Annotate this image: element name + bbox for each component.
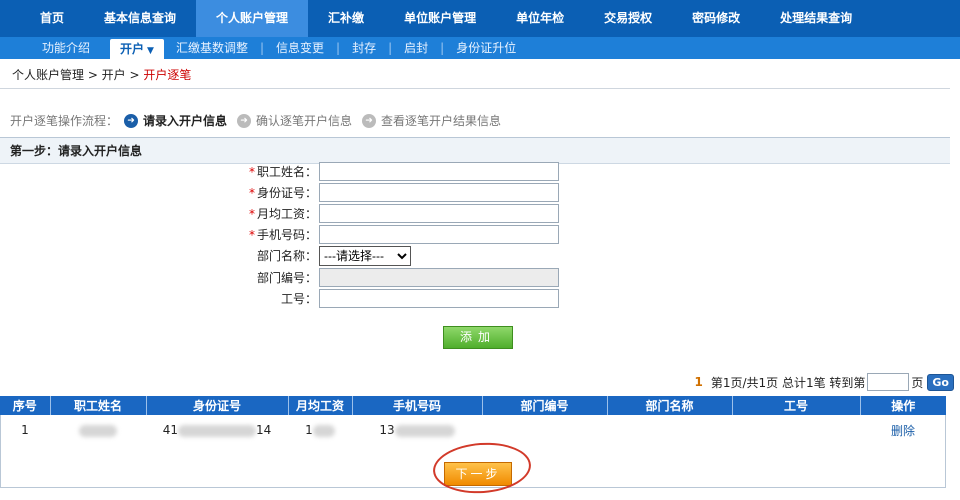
cell-salary: 1 (288, 415, 352, 445)
subnav-id-upgrade[interactable]: 身份证升位 (456, 37, 516, 59)
breadcrumb-current: 开户逐笔 (143, 68, 192, 82)
phone-input[interactable] (319, 225, 559, 244)
flow-step-3: ➜ 查看逐笔开户结果信息 (362, 112, 501, 129)
subnav-info-change[interactable]: 信息变更 (276, 37, 324, 59)
form-row-dept: 部门名称： ---请选择--- (0, 246, 600, 266)
cell-dept-no (482, 415, 607, 445)
go-button[interactable]: Go (927, 373, 954, 391)
dept-number-input (319, 268, 559, 287)
cell-job-no (732, 415, 860, 445)
goto-page-input[interactable] (867, 373, 910, 391)
form-row-id: * 身份证号： (0, 183, 600, 203)
redacted-name (79, 424, 117, 437)
cell-index: 1 (21, 423, 29, 437)
top-nav: 首页 基本信息查询 个人账户管理 汇补缴 单位账户管理 单位年检 交易授权 密码… (0, 0, 960, 37)
divider (0, 88, 950, 89)
subnav-base-adjust[interactable]: 汇缴基数调整 (176, 37, 248, 59)
cell-name (50, 415, 146, 445)
dept-select[interactable]: ---请选择--- (319, 246, 411, 266)
arrow-right-icon: ➜ (362, 113, 377, 128)
flow-step-1: ➜ 请录入开户信息 (124, 112, 227, 129)
arrow-right-icon: ➜ (237, 113, 252, 128)
account-table: 序号 职工姓名 身份证号 月均工资 手机号码 部门编号 部门名称 工号 操作 1… (0, 396, 946, 445)
cell-id: 41 14 (162, 423, 272, 437)
divider: | (440, 41, 445, 55)
form-row-salary: * 月均工资： (0, 204, 600, 224)
col-name: 职工姓名 (50, 396, 147, 415)
divider: | (388, 41, 393, 55)
form-row-deptno: 部门编号： (0, 268, 600, 288)
salary-input[interactable] (319, 204, 559, 223)
nav-result-query[interactable]: 处理结果查询 (760, 0, 872, 37)
col-phone: 手机号码 (352, 396, 483, 415)
breadcrumb: 个人账户管理 > 开户 > 开户逐笔 (12, 66, 191, 83)
nav-remittance[interactable]: 汇补缴 (308, 0, 384, 37)
form-row-name: * 职工姓名： (0, 162, 600, 182)
arrow-right-icon: ➜ (124, 113, 139, 128)
divider: | (259, 41, 265, 55)
subnav-seal[interactable]: 封存 (352, 37, 376, 59)
table-row: 1 41 14 1 13 删除 (0, 415, 946, 445)
subnav-intro[interactable]: 功能介绍 (42, 37, 90, 59)
nav-unit-account[interactable]: 单位账户管理 (384, 0, 496, 37)
name-label: * 职工姓名： (248, 165, 317, 179)
divider: | (336, 41, 341, 55)
flow-label: 开户逐笔操作流程： (10, 114, 119, 128)
nav-password[interactable]: 密码修改 (672, 0, 760, 37)
salary-label: * 月均工资： (248, 207, 317, 221)
cell-dept-name (607, 415, 732, 445)
pagination: 1 第1页/共1页 总计1笔 转到第 页 Go (694, 373, 954, 391)
breadcrumb-path: 个人账户管理 > 开户 > (12, 68, 144, 82)
chevron-down-icon: ▼ (147, 46, 154, 56)
col-action: 操作 (860, 396, 946, 415)
page-info: 第1页/共1页 总计1笔 转到第 (710, 375, 866, 390)
id-label: * 身份证号： (248, 186, 317, 200)
subnav-open-account[interactable]: 开户 ▼ (110, 39, 164, 59)
nav-personal-account[interactable]: 个人账户管理 (196, 0, 309, 37)
deptno-label: 部门编号： (256, 271, 317, 285)
nav-basic-info-query[interactable]: 基本信息查询 (84, 0, 196, 37)
step-title: 第一步：请录入开户信息 (0, 138, 950, 164)
current-page[interactable]: 1 (694, 375, 702, 389)
flow-step-label: 查看逐笔开户结果信息 (381, 114, 502, 128)
col-index: 序号 (0, 396, 51, 415)
process-flow: 开户逐笔操作流程： ➜ 请录入开户信息 ➜ 确认逐笔开户信息 ➜ 查看逐笔开户结果信息 (10, 112, 511, 129)
table-header-row: 序号 职工姓名 身份证号 月均工资 手机号码 部门编号 部门名称 工号 操作 (0, 396, 946, 415)
flow-step-2: ➜ 确认逐笔开户信息 (237, 112, 352, 129)
col-salary: 月均工资 (288, 396, 353, 415)
flow-step-label: 确认逐笔开户信息 (256, 114, 353, 128)
name-input[interactable] (319, 162, 559, 181)
col-dept-no: 部门编号 (482, 396, 608, 415)
nav-transaction-auth[interactable]: 交易授权 (584, 0, 672, 37)
subnav-open-label: 开户 (120, 42, 145, 56)
delete-link[interactable]: 删除 (860, 415, 946, 445)
redacted-phone (394, 424, 455, 437)
jobno-label: 工号： (280, 292, 317, 306)
nav-home[interactable]: 首页 (20, 0, 84, 37)
redacted-id (178, 424, 256, 437)
form-row-jobno: 工号： (0, 289, 600, 309)
flow-step-label: 请录入开户信息 (143, 114, 228, 128)
sub-nav: 功能介绍 开户 ▼ 汇缴基数调整 | 信息变更 | 封存 | 启封 | 身份证升位 (0, 37, 960, 59)
phone-label: * 手机号码： (248, 228, 317, 242)
job-number-input[interactable] (319, 289, 559, 308)
form-row-phone: * 手机号码： (0, 225, 600, 245)
id-number-input[interactable] (319, 183, 559, 202)
cell-phone: 13 (352, 415, 482, 445)
col-job-no: 工号 (732, 396, 861, 415)
add-button[interactable]: 添加 (443, 326, 513, 349)
col-id: 身份证号 (146, 396, 289, 415)
redacted-salary (312, 424, 335, 437)
nav-annual-inspection[interactable]: 单位年检 (496, 0, 584, 37)
subnav-unseal[interactable]: 启封 (404, 37, 428, 59)
col-dept-name: 部门名称 (607, 396, 733, 415)
page-suffix: 页 (911, 375, 924, 390)
dept-label: 部门名称： (256, 249, 317, 263)
